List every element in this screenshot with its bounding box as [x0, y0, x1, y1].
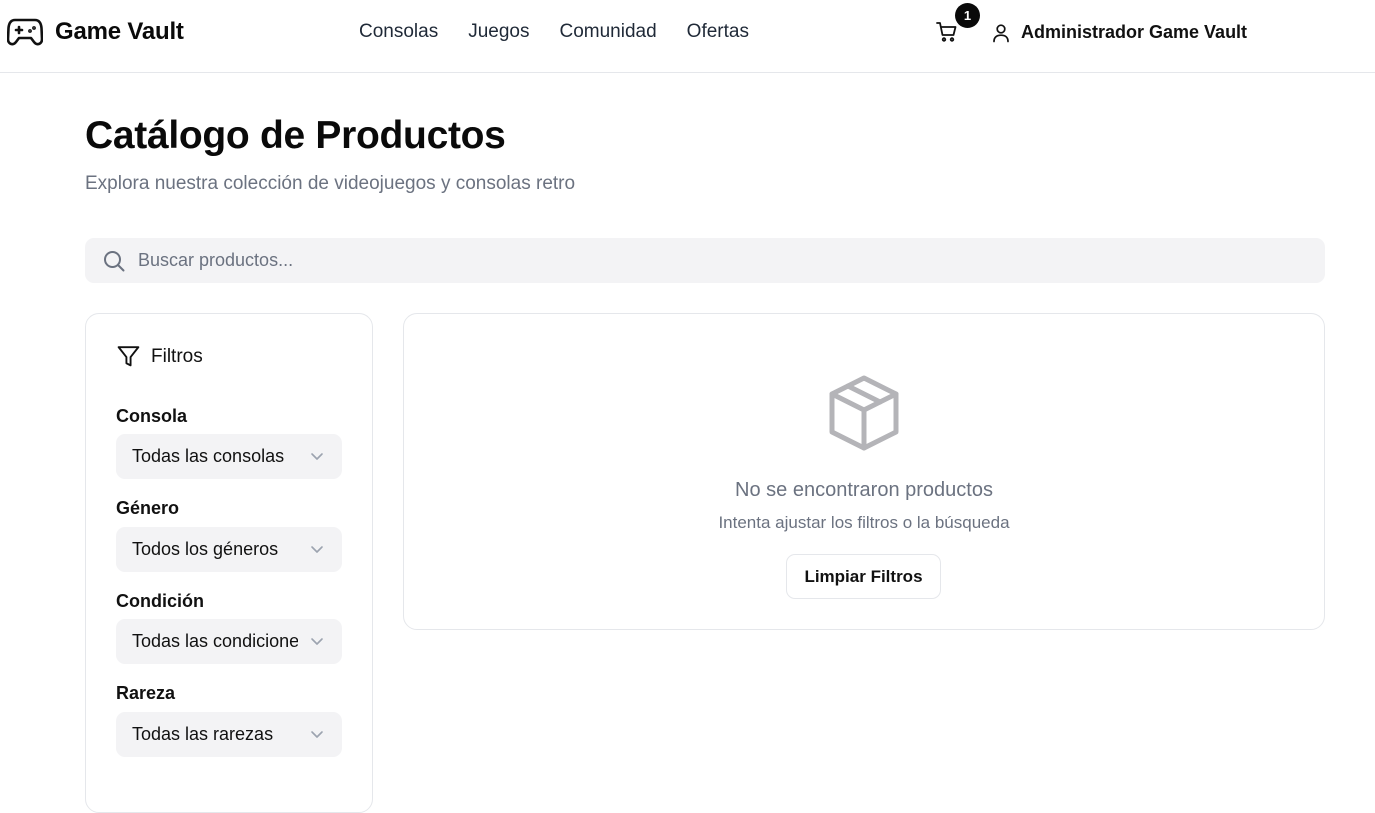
user-name: Administrador Game Vault	[1021, 22, 1248, 42]
nav-ofertas[interactable]: Ofertas	[687, 21, 749, 43]
condicion-label: Condición	[116, 591, 204, 611]
page-title: Catálogo de Productos	[85, 114, 506, 157]
consola-select[interactable]: Todas las consolas	[116, 434, 342, 479]
chevron-down-icon	[311, 546, 323, 553]
chevron-down-icon	[311, 731, 323, 738]
results-panel: No se encontraron productos Intenta ajus…	[403, 313, 1325, 630]
cart-button[interactable]	[935, 20, 961, 46]
genero-select-value: Todos los géneros	[132, 539, 279, 559]
user-icon	[993, 23, 1009, 42]
main-nav: Consolas Juegos Comunidad Ofertas	[359, 21, 749, 43]
empty-state-hint: Intenta ajustar los filtros o la búsqued…	[718, 513, 1010, 532]
nav-juegos[interactable]: Juegos	[468, 21, 529, 43]
nav-consolas[interactable]: Consolas	[359, 21, 438, 43]
nav-comunidad[interactable]: Comunidad	[560, 21, 657, 43]
page-subtitle: Explora nuestra colección de videojuegos…	[85, 173, 576, 194]
rareza-select[interactable]: Todas las rarezas	[116, 712, 342, 757]
consola-label: Consola	[116, 406, 188, 426]
brand-link[interactable]: Game Vault	[7, 17, 184, 47]
package-icon	[829, 375, 899, 451]
cart-count-badge: 1	[955, 3, 980, 28]
condicion-select-value: Todas las condiciones	[132, 631, 298, 651]
rareza-label: Rareza	[116, 683, 176, 703]
empty-state-title: No se encontraron productos	[735, 479, 993, 501]
chevron-down-icon	[311, 638, 323, 645]
chevron-down-icon	[311, 453, 323, 460]
genero-select[interactable]: Todos los géneros	[116, 527, 342, 572]
brand-name: Game Vault	[55, 18, 184, 45]
condicion-select[interactable]: Todas las condiciones	[116, 619, 342, 664]
search-icon	[104, 250, 125, 271]
filter-icon	[117, 346, 140, 367]
filters-panel: Filtros Consola Todas las consolas Géner…	[85, 313, 373, 813]
gamepad-icon	[7, 18, 43, 46]
filters-title: Filtros	[151, 345, 203, 367]
consola-select-value: Todas las consolas	[132, 446, 285, 466]
clear-filters-button[interactable]: Limpiar Filtros	[786, 554, 941, 599]
filters-header: Filtros	[116, 344, 203, 369]
user-menu[interactable]: Administrador Game Vault	[991, 22, 1247, 43]
rareza-select-value: Todas las rarezas	[132, 724, 274, 744]
search-bar	[85, 238, 1325, 283]
genero-label: Género	[116, 498, 180, 518]
cart-icon	[936, 22, 957, 42]
search-input[interactable]	[138, 250, 1238, 271]
top-header: Game Vault Consolas Juegos Comunidad Ofe…	[0, 0, 1375, 73]
